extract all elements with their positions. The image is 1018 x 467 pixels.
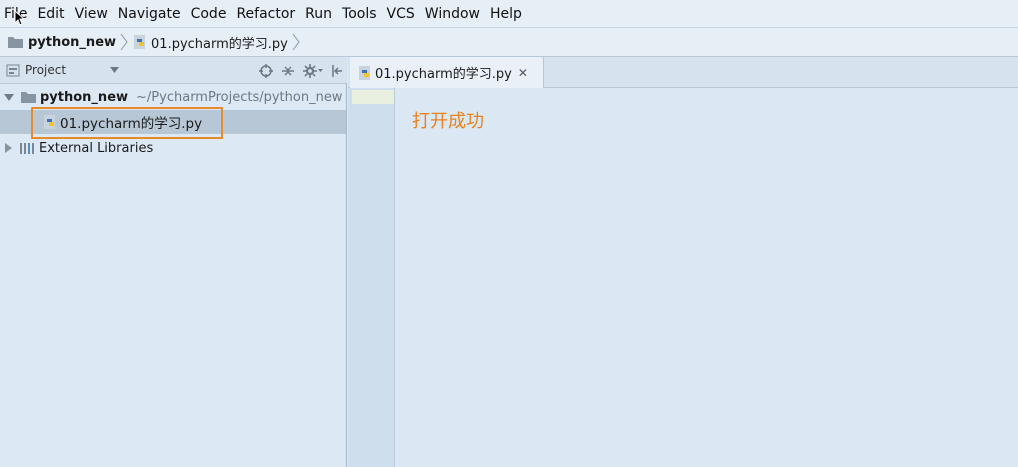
locate-icon[interactable] [259,63,273,78]
tree-root-path: ~/PycharmProjects/python_new [136,89,343,105]
hide-icon[interactable] [331,64,343,78]
chevron-right-icon [120,33,128,51]
expand-arrow-icon[interactable] [5,143,12,153]
menu-bar: File Edit View Navigate Code Refactor Ru… [0,0,1018,28]
close-icon[interactable]: ✕ [518,66,528,80]
menu-help[interactable]: Help [485,0,527,28]
folder-icon [8,37,23,48]
editor-gutter [348,88,395,467]
project-view-selector[interactable]: Project [25,63,66,77]
menu-navigate[interactable]: Navigate [113,0,186,28]
chevron-down-icon[interactable] [110,67,120,73]
menu-refactor[interactable]: Refactor [231,0,300,28]
tree-item-root[interactable]: python_new ~/PycharmProjects/python_new [0,85,346,109]
breadcrumb: python_new 01.pycharm的学习.py [0,28,1018,57]
menu-edit[interactable]: Edit [32,0,69,28]
python-file-icon [44,115,55,129]
mouse-cursor-icon [14,10,24,26]
code-editor[interactable]: 打开成功 [395,88,1018,467]
menu-code[interactable]: Code [186,0,232,28]
gear-icon[interactable] [303,63,323,78]
current-line-highlight [352,90,394,104]
breadcrumb-file[interactable]: 01.pycharm的学习.py [133,28,288,57]
tree-file-label: 01.pycharm的学习.py [60,116,203,132]
folder-icon [21,92,36,103]
tree-item-external-libraries[interactable]: External Libraries [0,136,346,160]
python-file-icon [134,35,146,49]
tree-item-file[interactable]: 01.pycharm的学习.py [0,110,346,134]
editor-tab-bar: 01.pycharm的学习.py ✕ [348,57,1018,88]
breadcrumb-file-label: 01.pycharm的学习.py [151,36,288,52]
menu-run[interactable]: Run [300,0,337,28]
tab-file[interactable]: 01.pycharm的学习.py ✕ [350,57,544,88]
expand-arrow-icon[interactable] [4,93,14,101]
breadcrumb-project-label: python_new [28,34,117,50]
tree-root-label: python_new [40,89,129,105]
menu-vcs[interactable]: VCS [382,0,420,28]
chevron-right-icon [292,33,300,51]
tree-external-label: External Libraries [39,140,154,156]
tab-file-label: 01.pycharm的学习.py [375,67,512,82]
python-file-icon [359,65,370,80]
menu-view[interactable]: View [70,0,113,28]
project-view-icon [6,64,20,76]
breadcrumb-project[interactable]: python_new [8,28,116,57]
menu-tools[interactable]: Tools [337,0,382,28]
libraries-icon [20,143,34,154]
menu-window[interactable]: Window [420,0,485,28]
collapse-icon[interactable] [281,64,295,78]
project-tree: python_new ~/PycharmProjects/python_new … [0,84,347,467]
project-toolwindow-header: Project [0,57,347,84]
editor-content: 打开成功 [412,111,484,132]
